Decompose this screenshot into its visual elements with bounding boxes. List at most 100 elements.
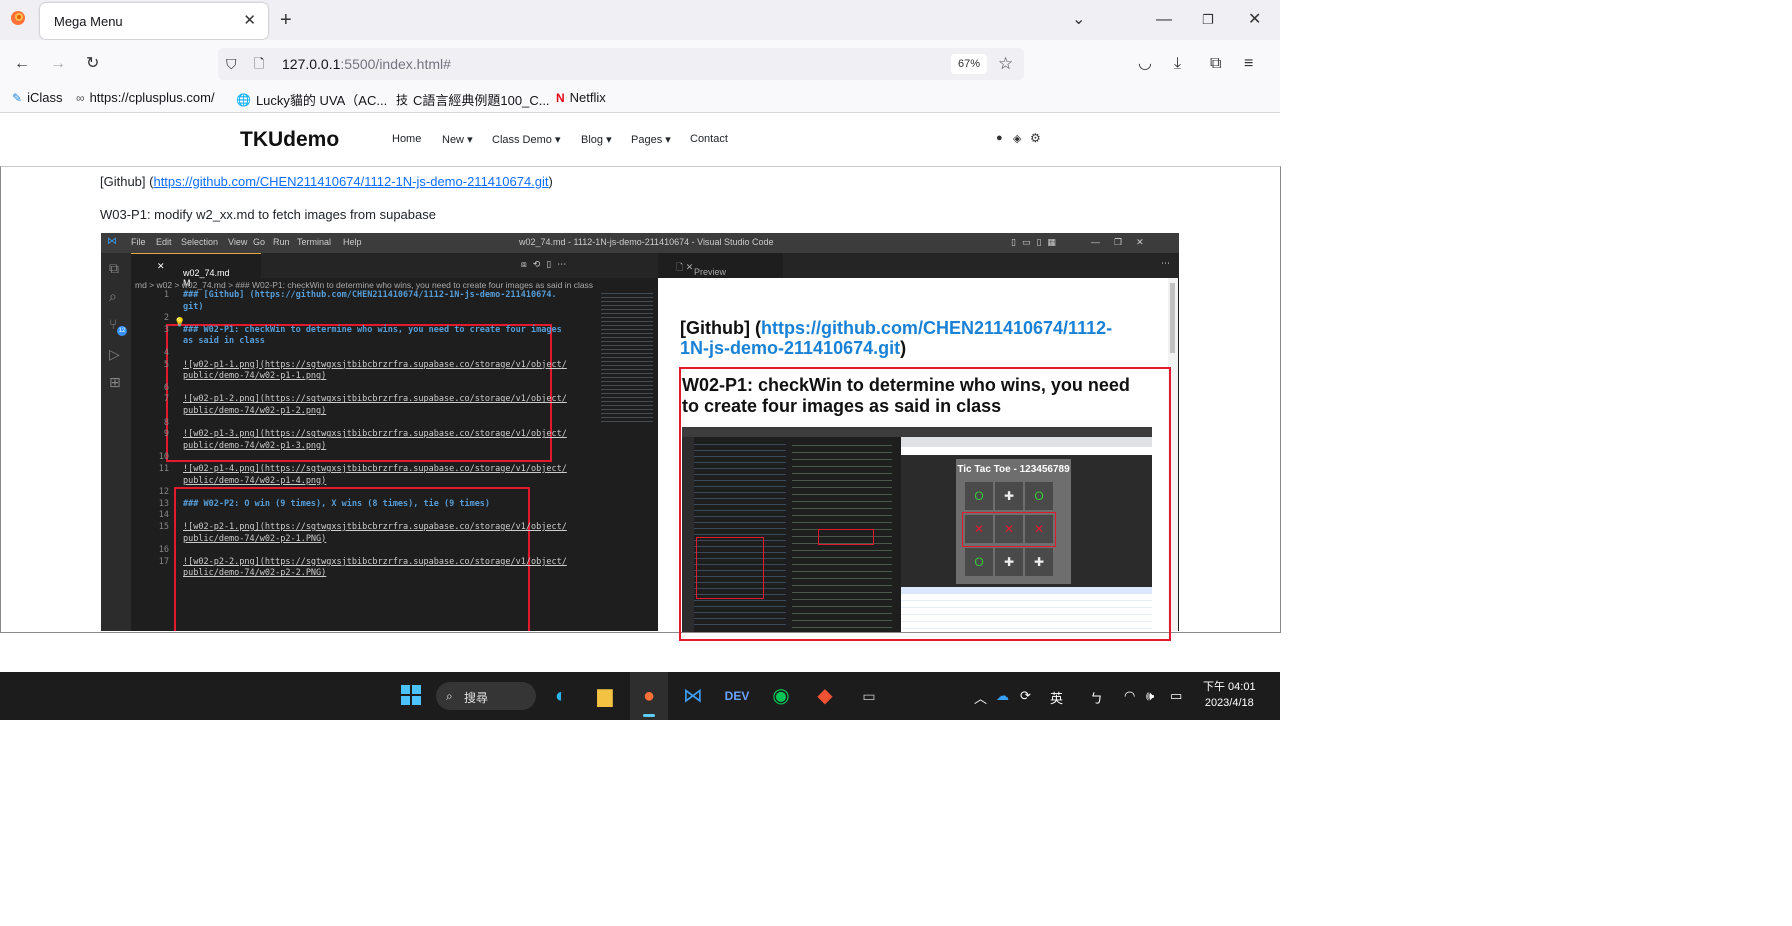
nav-label: Pages: [631, 134, 663, 146]
bookmark-netflix[interactable]: N Netflix: [556, 90, 606, 105]
line-number: 9: [163, 429, 169, 440]
line-number: 10: [158, 452, 169, 463]
devcpp-icon[interactable]: DEV: [724, 684, 750, 708]
browser-tab-active[interactable]: Mega Menu ✕: [40, 3, 268, 39]
new-tab-button[interactable]: +: [280, 10, 292, 30]
list-tabs-chevron-icon[interactable]: ⌄: [1072, 10, 1085, 30]
scm-badge: 12: [117, 326, 127, 336]
nav-home[interactable]: Home: [392, 133, 421, 145]
terminal-icon[interactable]: ▭: [856, 684, 882, 708]
firefox-taskbar-icon[interactable]: ●: [636, 684, 662, 708]
code-line: ![w02-p1-4.png](https://sgtwgxsjtbibcbrz…: [183, 464, 567, 474]
gear-icon[interactable]: ⚙: [1030, 131, 1041, 145]
vs-breadcrumb: md > w02 > w02_74.md > ### W02-P1: check…: [135, 280, 594, 290]
code-line: public/demo-74/w02-p2-2.PNG): [183, 568, 327, 579]
code-line: ![w02-p1-3.png](https://sgtwgxsjtbibcbrz…: [183, 429, 567, 440]
edge-icon[interactable]: ◐: [548, 684, 574, 708]
ime-indicator[interactable]: 英: [1050, 688, 1063, 707]
downloads-icon[interactable]: ⤓: [1174, 54, 1181, 74]
git-icon[interactable]: ◆: [812, 684, 838, 708]
code-line: as said in class: [183, 336, 265, 347]
bookmark-label: https://cplusplus.com/: [89, 90, 215, 105]
inner-highlight-2: [818, 529, 874, 545]
pocket-icon[interactable]: ◡: [1138, 54, 1152, 74]
battery-icon[interactable]: ▭: [1170, 688, 1182, 704]
bookmark-star-icon[interactable]: ☆: [998, 54, 1013, 74]
bookmark-cplusplus[interactable]: ∞ https://cplusplus.com/: [76, 90, 215, 105]
zhuyin-icon[interactable]: ㄅ: [1090, 688, 1103, 707]
diamond-icon[interactable]: ◈: [1013, 132, 1021, 145]
inner-browser-tabs: [901, 437, 1152, 447]
code-line: public/demo-74/w02-p1-1.png): [183, 371, 327, 382]
tab-close-icon[interactable]: ✕: [243, 11, 256, 29]
sync-icon[interactable]: ⟳: [1020, 688, 1031, 704]
window-close-icon[interactable]: ✕: [1248, 10, 1261, 30]
line-number: 8: [163, 417, 169, 428]
restore-icon[interactable]: ❐: [1202, 10, 1214, 30]
back-icon[interactable]: ←: [14, 54, 30, 74]
clock-time: 下午 04:01: [1203, 681, 1256, 693]
nav-pages[interactable]: Pages ▾: [631, 133, 671, 146]
bookmark-c-examples[interactable]: 技 C語言經典例題100_C...: [396, 90, 550, 109]
tray-overflow-chevron-icon[interactable]: ︿: [974, 688, 987, 707]
code-line: ### [Github] (https://github.com/CHEN211…: [183, 290, 557, 300]
inner-screenshot-image: Tic Tac Toe - 123456789 O ✚ O ✕ ✕ ✕ O ✚ …: [682, 427, 1152, 632]
line-number: 11: [158, 464, 169, 474]
nav-new[interactable]: New ▾: [442, 133, 473, 146]
line-number: 16: [158, 545, 169, 556]
start-icon[interactable]: [398, 684, 424, 712]
ttt-cell: O: [965, 548, 993, 576]
preview-w02-p1-heading: W02-P1: checkWin to determine who wins, …: [682, 375, 1130, 416]
wifi-icon[interactable]: ◠: [1124, 688, 1135, 704]
url-text[interactable]: 127.0.0.1:5500/index.html#: [282, 56, 451, 72]
line-icon[interactable]: ◉: [768, 684, 794, 708]
taskbar-search[interactable]: ⌕ 搜尋: [436, 682, 536, 710]
vs-tab-w02-74: w02_74.md M ✕: [131, 253, 261, 288]
bookmark-lucky-uva[interactable]: 🌐 Lucky貓的 UVA（AC...: [236, 90, 387, 109]
minimize-icon[interactable]: —: [1156, 10, 1172, 30]
nav-blog[interactable]: Blog ▾: [581, 133, 612, 146]
forward-icon[interactable]: →: [50, 54, 66, 74]
code-line: public/demo-74/w02-p1-2.png): [183, 406, 327, 416]
line-number: 15: [158, 522, 169, 532]
preview-github-heading: [Github] (https://github.com/CHEN2114106…: [680, 318, 1140, 358]
firefox-icon[interactable]: [10, 10, 26, 32]
nav-contact[interactable]: Contact: [690, 133, 728, 145]
vs-window-title: w02_74.md - 1112-1N-js-demo-211410674 - …: [519, 237, 774, 247]
ttt-cell: ✚: [995, 548, 1023, 576]
line-number: 6: [163, 382, 169, 393]
vs-preview-tab: 🗋 Preview w02_74.md ✕: [658, 253, 783, 287]
bookmark-label: Lucky貓的 UVA（AC...: [255, 93, 388, 108]
search-icon: ⌕: [446, 689, 453, 703]
volume-icon[interactable]: 🕪: [1146, 688, 1154, 704]
bookmark-iclass[interactable]: ✎ iClass: [12, 90, 62, 105]
site-brand[interactable]: TKUdemo: [240, 128, 339, 152]
onedrive-icon[interactable]: ☁: [996, 688, 1009, 704]
shield-icon[interactable]: ⛉: [226, 54, 237, 74]
line-number: 17: [158, 556, 169, 567]
page-info-icon[interactable]: 🗋: [254, 54, 264, 74]
vs-window-controls: —❐✕: [1091, 237, 1158, 247]
globe-icon: 🌐: [236, 92, 251, 107]
reload-icon[interactable]: ↻: [86, 54, 99, 74]
preview-scrollbar-thumb: [1170, 283, 1175, 353]
github-icon[interactable]: ●: [996, 132, 1003, 144]
nav-class-demo[interactable]: Class Demo ▾: [492, 133, 561, 146]
line-number: 5: [163, 359, 169, 370]
zoom-level-badge[interactable]: 67%: [951, 54, 987, 74]
run-debug-icon: ▷: [109, 346, 120, 362]
taskbar-clock[interactable]: 下午 04:01 2023/4/18: [1203, 679, 1256, 711]
tech-icon: 技: [396, 93, 409, 107]
line-number: 13: [158, 498, 169, 509]
inner-browser-urlbar: [901, 447, 1152, 455]
vscode-taskbar-icon[interactable]: ⋈: [680, 684, 706, 708]
extensions-icon[interactable]: ⧉: [1210, 54, 1221, 74]
app-menu-icon[interactable]: ≡: [1244, 54, 1253, 74]
github-suffix: ): [548, 174, 553, 189]
file-explorer-icon[interactable]: ▆: [592, 684, 618, 708]
ttt-cell: ✕: [1025, 515, 1053, 543]
url-path: :5500/index.html#: [340, 56, 451, 72]
github-link[interactable]: https://github.com/CHEN211410674/1112-1N…: [153, 174, 548, 189]
vs-menu-selection: Selection: [181, 237, 219, 247]
code-line: ### W02-P2: O win (9 times), X wins (8 t…: [183, 498, 491, 509]
